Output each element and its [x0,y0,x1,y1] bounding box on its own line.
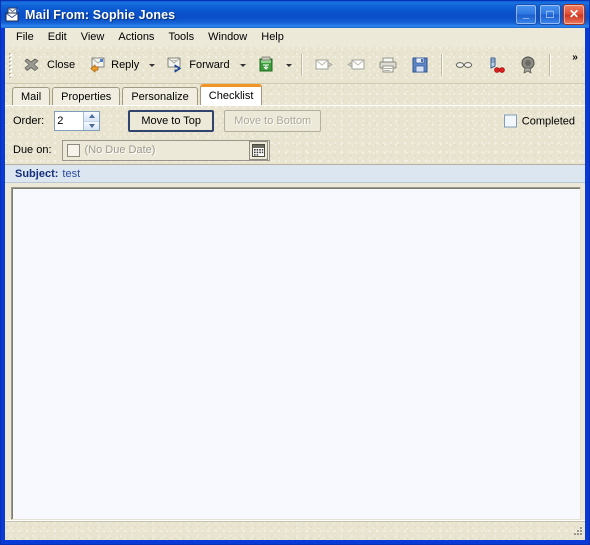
checklist-form: Order: Move to Top Move to Bottom Comple… [5,105,585,165]
toolbar: Close Reply Forward » [5,47,585,84]
due-date-field[interactable]: (No Due Date) [61,139,270,161]
menu-file[interactable]: File [9,29,41,46]
signature-button[interactable] [480,51,512,79]
reply-icon [90,57,105,73]
due-on-row: Due on: (No Due Date) [5,136,585,164]
toolbar-overflow-button[interactable]: » [568,49,582,65]
toolbar-separator-3 [548,54,551,76]
subject-label: Subject: [15,167,59,180]
mark-unread-button[interactable] [308,51,340,79]
completed-label: Completed [521,115,575,127]
subject-bar: Subject: test [5,165,585,183]
signature-icon [490,57,505,73]
security-seal-icon [521,56,535,74]
order-increment-button[interactable] [83,112,100,122]
menu-actions[interactable]: Actions [111,29,161,46]
toolbar-separator-2 [440,54,443,76]
move-dropdown-arrow[interactable] [282,51,296,79]
mark-read-button[interactable] [340,51,372,79]
close-toolbar-label: Close [47,59,76,71]
tab-mail[interactable]: Mail [12,87,51,105]
save-icon [412,57,428,73]
minimize-icon: _ [522,8,530,20]
title-bar[interactable]: Mail From: Sophie Jones _ □ ✕ [1,1,589,28]
order-row: Order: Move to Top Move to Bottom Comple… [5,106,585,136]
reply-label: Reply [111,59,140,71]
close-button[interactable]: ✕ [563,4,585,25]
calendar-dropdown-button[interactable] [248,140,268,160]
toolbar-separator-1 [300,54,303,76]
print-icon [379,57,397,73]
read-later-button[interactable] [448,51,480,79]
client-area: File Edit View Actions Tools Window Help… [5,28,585,540]
mark-unread-icon [315,59,333,70]
move-to-bottom-button[interactable]: Move to Bottom [224,110,322,132]
order-stepper-buttons [83,112,100,130]
save-button[interactable] [404,51,436,79]
print-button[interactable] [372,51,404,79]
forward-button[interactable]: Forward [159,51,235,79]
mail-icon [5,7,21,23]
mark-read-icon [346,59,365,70]
tab-properties[interactable]: Properties [52,87,121,105]
message-body-input[interactable] [11,187,581,520]
maximize-button[interactable]: □ [539,4,561,25]
glasses-icon [455,62,472,68]
close-icon: ✕ [568,7,580,21]
close-x-icon [24,58,39,71]
toolbar-grip[interactable] [7,52,14,78]
reply-button[interactable]: Reply [81,51,145,79]
menu-edit[interactable]: Edit [41,29,74,46]
close-toolbar-button[interactable]: Close [17,51,81,79]
due-date-enable-checkbox[interactable] [66,143,80,157]
calendar-icon [251,143,265,157]
move-to-folder-icon [259,56,273,72]
menu-help[interactable]: Help [254,29,291,46]
completed-checkbox-group[interactable]: Completed [503,114,575,128]
menu-window[interactable]: Window [201,29,254,46]
order-input[interactable] [55,112,84,130]
menu-view[interactable]: View [74,29,112,46]
tab-checklist[interactable]: Checklist [199,84,263,105]
minimize-button[interactable]: _ [515,4,537,25]
tab-personalize[interactable]: Personalize [122,87,198,105]
resize-grip[interactable] [570,525,584,539]
due-on-label: Due on: [13,144,52,156]
forward-label: Forward [189,59,230,71]
forward-dropdown-arrow[interactable] [236,51,250,79]
menu-bar: File Edit View Actions Tools Window Help [5,28,585,47]
tab-strip: Mail Properties Personalize Checklist [5,84,585,105]
subject-value: test [62,167,81,180]
status-bar [5,520,585,540]
order-label: Order: [13,115,45,127]
window-title: Mail From: Sophie Jones [25,7,176,22]
forward-icon [167,57,182,73]
message-body-container [5,183,585,520]
completed-checkbox[interactable] [503,114,517,128]
window-controls: _ □ ✕ [515,4,585,25]
move-to-top-button[interactable]: Move to Top [128,110,215,132]
order-stepper[interactable] [54,111,101,131]
reply-dropdown-arrow[interactable] [145,51,159,79]
mail-window: Mail From: Sophie Jones _ □ ✕ File Edit … [0,0,590,545]
due-date-placeholder: (No Due Date) [84,144,156,156]
order-decrement-button[interactable] [83,121,100,130]
maximize-icon: □ [546,7,554,21]
security-seal-button[interactable] [512,51,544,79]
menu-tools[interactable]: Tools [161,29,201,46]
move-to-folder-button[interactable] [250,51,282,79]
